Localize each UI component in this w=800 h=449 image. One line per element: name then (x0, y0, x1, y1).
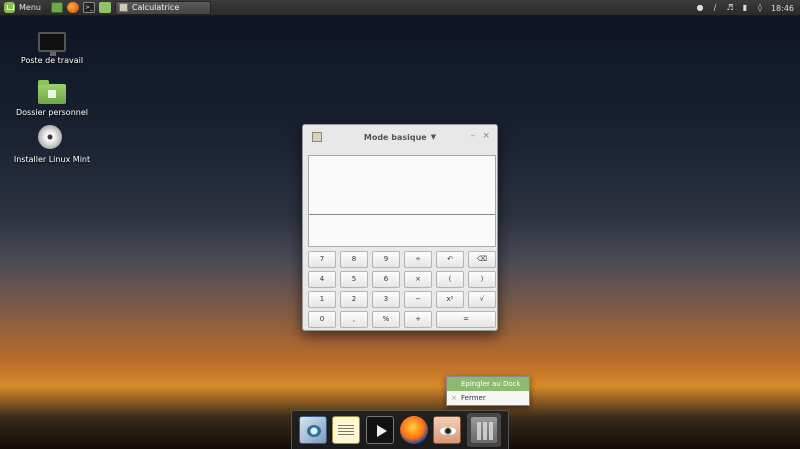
key-divide[interactable]: ÷ (404, 251, 432, 268)
key-add[interactable]: + (404, 311, 432, 328)
home-folder-icon (38, 80, 66, 104)
desktop-icon-computer[interactable]: Poste de travail (7, 30, 97, 65)
menu-item-pin-to-dock[interactable]: Epingler au Dock (447, 377, 529, 391)
undo-button[interactable]: ↶ (436, 251, 464, 268)
key-8[interactable]: 8 (340, 251, 368, 268)
key-subtract[interactable]: − (404, 291, 432, 308)
close-button[interactable]: × (482, 131, 490, 141)
panel-launchers: >_ (50, 2, 111, 13)
calculator-icon (312, 132, 322, 142)
key-9[interactable]: 9 (372, 251, 400, 268)
minimize-button[interactable]: – (471, 131, 476, 141)
window-titlebar[interactable]: Mode basique ▼ – × (303, 125, 497, 149)
system-monitor-icon[interactable] (50, 2, 63, 13)
desktop-icon-label: Dossier personnel (15, 108, 88, 117)
firefox-icon[interactable] (399, 416, 428, 444)
menu-label: Menu (19, 3, 41, 12)
desktop-icon-home[interactable]: Dossier personnel (7, 80, 97, 117)
disc-icon (38, 125, 66, 151)
battery-icon[interactable]: ▮ (741, 4, 749, 12)
dock (291, 410, 509, 449)
key-5[interactable]: 5 (340, 271, 368, 288)
key-7[interactable]: 7 (308, 251, 336, 268)
video-player-icon[interactable] (366, 416, 395, 444)
terminal-icon[interactable]: >_ (82, 2, 95, 13)
eye-of-gnome-icon[interactable] (433, 416, 462, 444)
desktop-icon-installer[interactable]: Installer Linux Mint (7, 125, 97, 164)
mode-selector[interactable]: Mode basique (364, 133, 427, 142)
text-editor-icon[interactable] (332, 416, 361, 444)
menu-item-label: Fermer (461, 394, 486, 402)
key-1[interactable]: 1 (308, 291, 336, 308)
network-icon[interactable]: ∕ (711, 4, 719, 12)
top-panel: Menu >_ Calculatrice ● ∕ ♬ ▮ ◊ 18:46 (0, 0, 800, 16)
keypad: 7 8 9 ÷ ↶ ⌫ 4 5 6 × ( ) 1 2 3 − x² √ 0 ,… (308, 251, 496, 328)
firefox-icon[interactable] (66, 2, 79, 13)
key-close-paren[interactable]: ) (468, 271, 496, 288)
calculator-icon (118, 3, 128, 12)
key-square[interactable]: x² (436, 291, 464, 308)
taskbar-item-calculator[interactable]: Calculatrice (114, 0, 211, 15)
key-sqrt[interactable]: √ (468, 291, 496, 308)
clock[interactable]: 18:46 (771, 4, 794, 13)
taskbar-item-label: Calculatrice (131, 3, 180, 12)
key-percent[interactable]: % (372, 311, 400, 328)
computer-icon (38, 32, 66, 56)
menu-button[interactable]: Menu (0, 0, 45, 16)
dock-item-calculator[interactable] (467, 413, 502, 447)
close-icon: × (451, 394, 457, 402)
volume-icon[interactable]: ♬ (726, 4, 734, 12)
calculator-window: Mode basique ▼ – × 7 8 9 ÷ ↶ ⌫ 4 5 6 × (… (302, 124, 498, 331)
key-0[interactable]: 0 (308, 311, 336, 328)
notification-icon[interactable]: ◊ (756, 4, 764, 12)
key-2[interactable]: 2 (340, 291, 368, 308)
desktop-icon-label: Poste de travail (20, 56, 84, 65)
user-icon[interactable]: ● (696, 4, 704, 12)
key-6[interactable]: 6 (372, 271, 400, 288)
key-4[interactable]: 4 (308, 271, 336, 288)
key-equals[interactable]: = (436, 311, 496, 328)
mail-icon[interactable] (298, 416, 327, 444)
dock-context-menu: Epingler au Dock × Fermer (446, 376, 530, 406)
menu-item-label: Epingler au Dock (461, 380, 521, 388)
key-open-paren[interactable]: ( (436, 271, 464, 288)
backspace-button[interactable]: ⌫ (468, 251, 496, 268)
display-divider (309, 214, 495, 215)
calculator-display[interactable] (308, 155, 496, 247)
menu-item-close[interactable]: × Fermer (447, 391, 529, 405)
key-decimal[interactable]: , (340, 311, 368, 328)
system-tray: ● ∕ ♬ ▮ ◊ 18:46 (696, 0, 794, 16)
key-multiply[interactable]: × (404, 271, 432, 288)
chevron-down-icon[interactable]: ▼ (431, 133, 436, 141)
desktop-icon-label: Installer Linux Mint (13, 155, 91, 164)
calculator-icon[interactable] (470, 416, 499, 444)
mint-logo-icon (4, 2, 15, 13)
folder-icon[interactable] (98, 2, 111, 13)
key-3[interactable]: 3 (372, 291, 400, 308)
